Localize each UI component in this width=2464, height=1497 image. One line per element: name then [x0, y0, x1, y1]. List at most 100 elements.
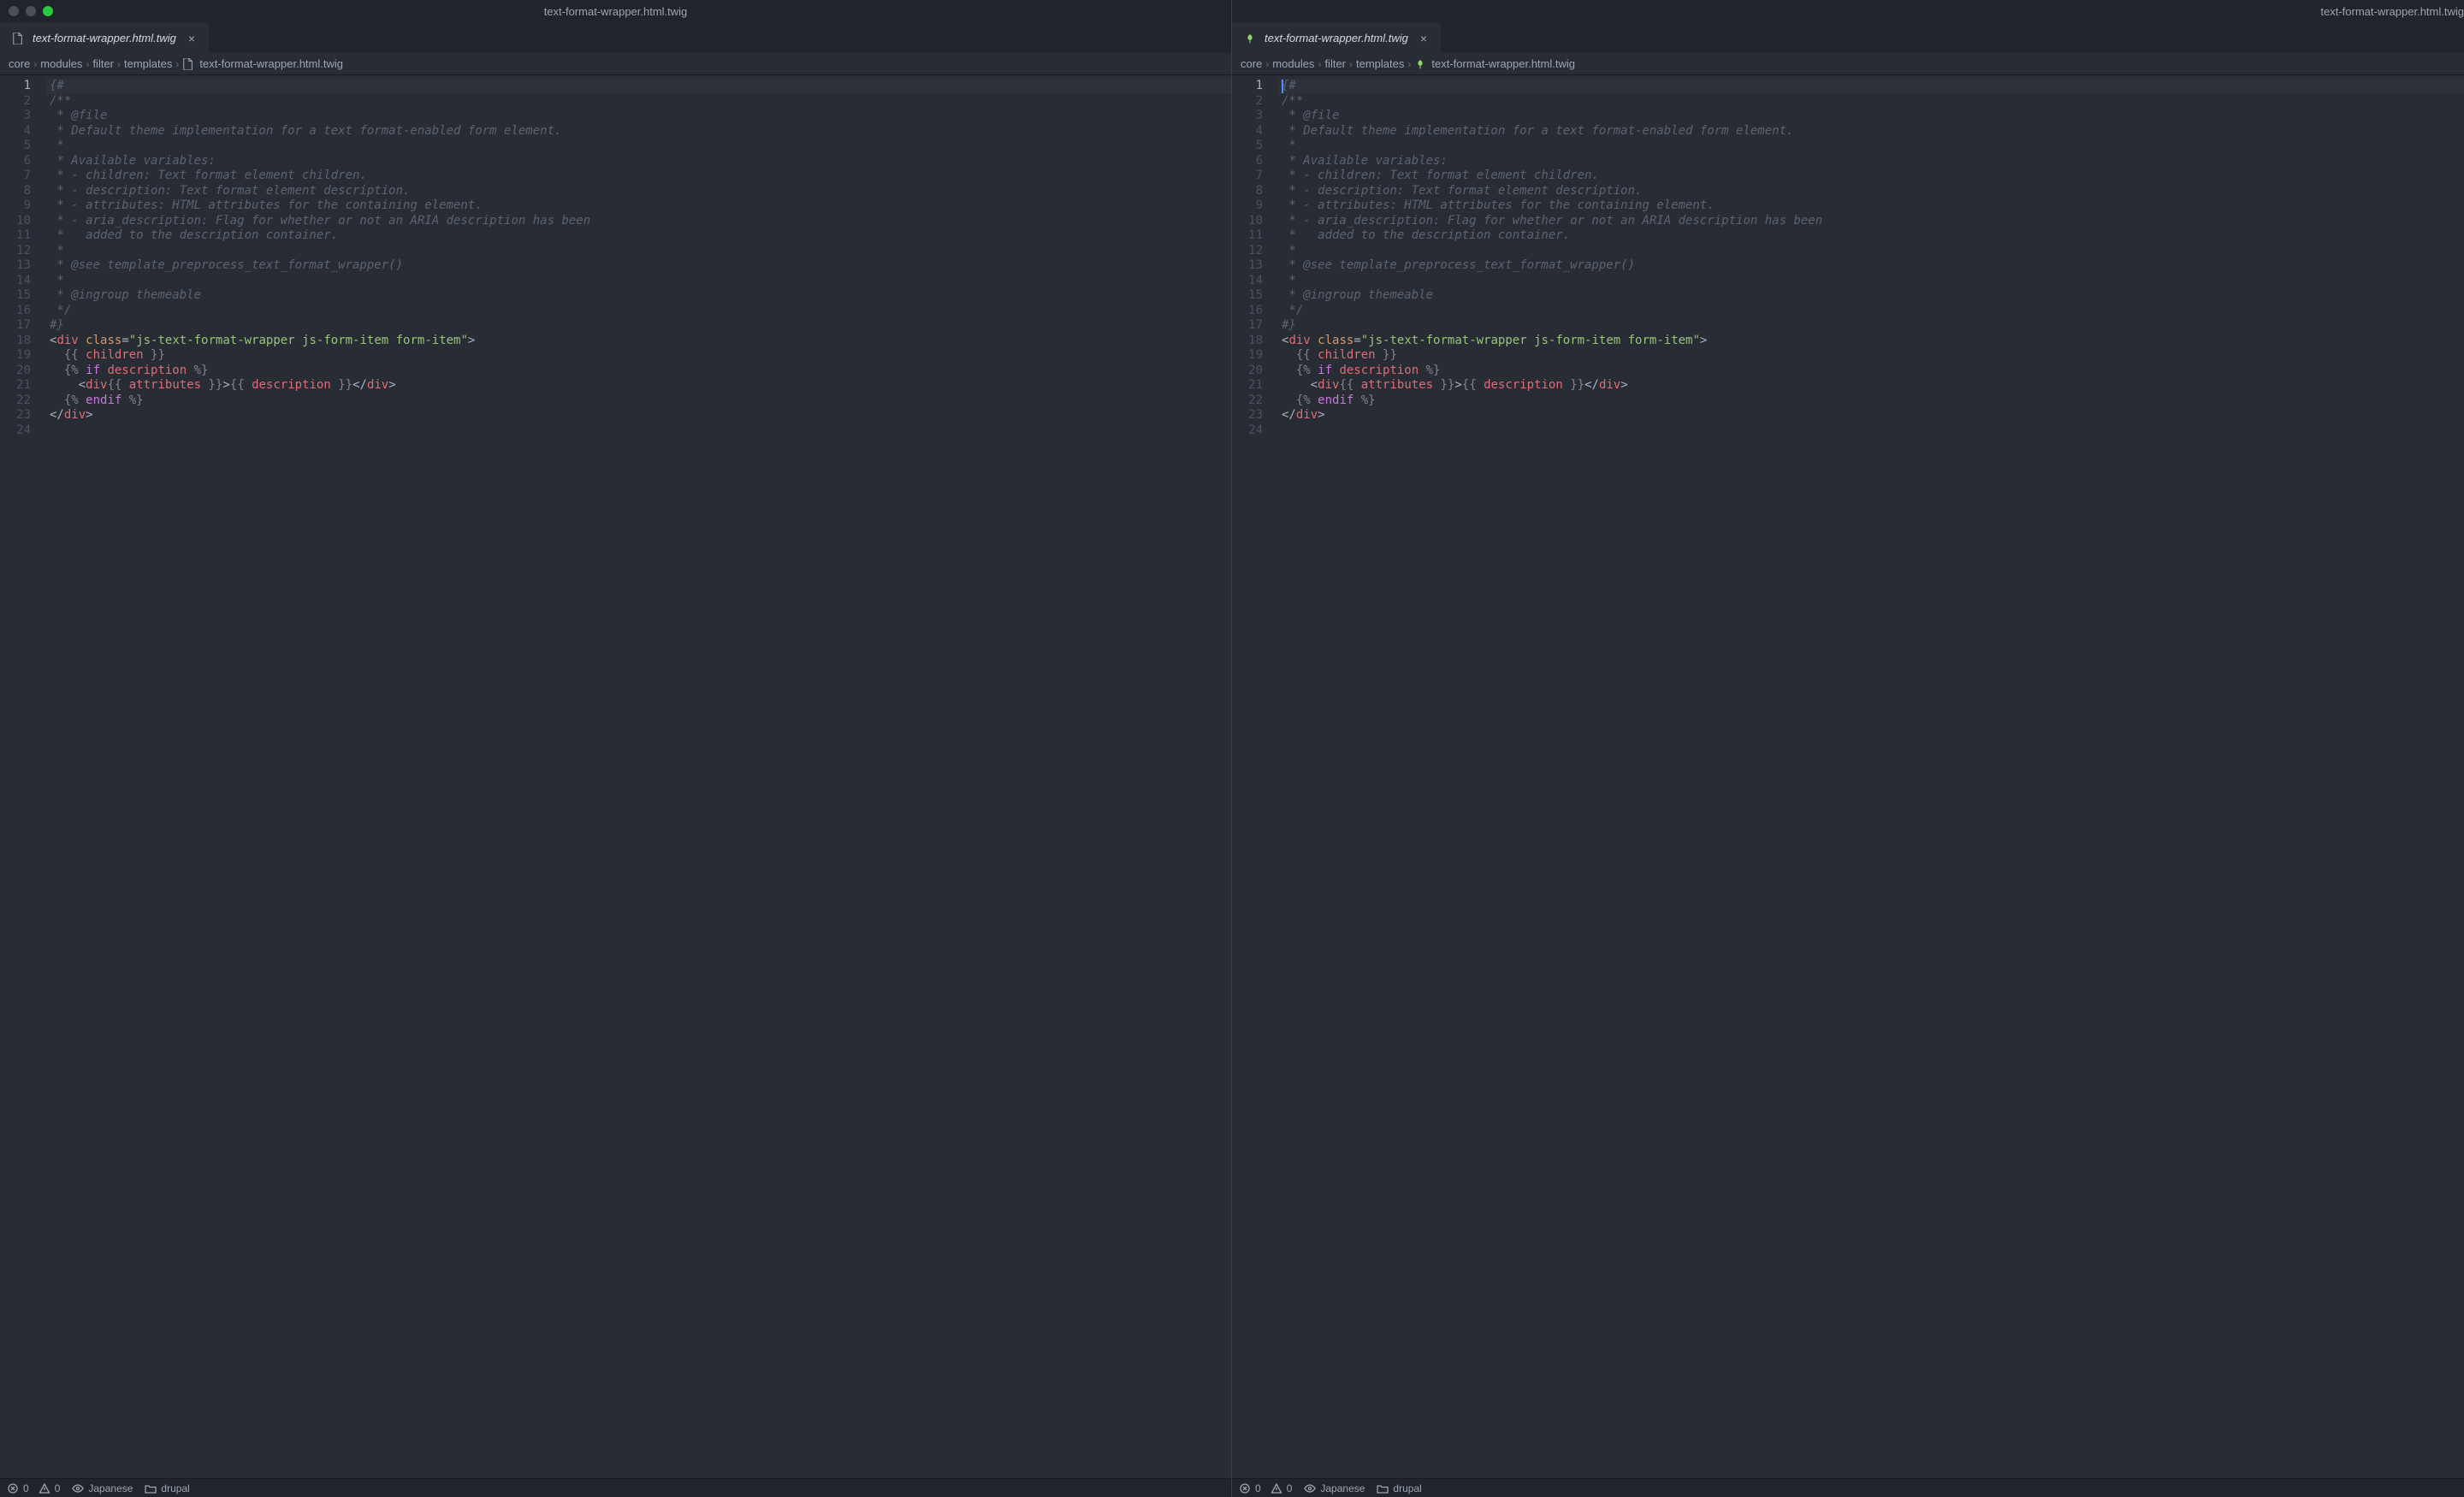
code-line[interactable]: * @file [46, 109, 1231, 124]
code-line[interactable]: #} [46, 318, 1231, 334]
folder-icon [1377, 1482, 1389, 1494]
code-line[interactable]: <div{{ attributes }}>{{ description }}</… [1278, 378, 2464, 393]
code-line[interactable]: * - aria_description: Flag for whether o… [46, 214, 1231, 229]
status-folder[interactable]: drupal [145, 1482, 189, 1494]
editor[interactable]: 123456789101112131415161718192021222324 … [0, 75, 1231, 1497]
close-icon[interactable]: × [188, 32, 195, 45]
breadcrumb[interactable]: core › modules › filter › templates › te… [0, 53, 1231, 75]
code-line[interactable] [1278, 423, 2464, 439]
breadcrumb-item[interactable]: filter [92, 57, 114, 70]
line-number: 5 [0, 139, 46, 154]
code-line[interactable]: * Default theme implementation for a tex… [46, 124, 1231, 139]
breadcrumb-item[interactable]: text-format-wrapper.html.twig [182, 57, 343, 70]
status-spellcheck[interactable]: Japanese [1304, 1482, 1365, 1494]
code-line[interactable]: * @see template_preprocess_text_format_w… [1278, 258, 2464, 274]
line-number: 4 [0, 124, 46, 139]
code-line[interactable]: * [46, 244, 1231, 259]
code-line[interactable]: * @file [1278, 109, 2464, 124]
code-line[interactable]: * - description: Text format element des… [1278, 184, 2464, 199]
line-number: 23 [0, 408, 46, 423]
code-line[interactable]: * [1278, 244, 2464, 259]
breadcrumb-item[interactable]: modules [1272, 57, 1314, 70]
tab-label: text-format-wrapper.html.twig [33, 32, 176, 44]
code-line[interactable]: */ [46, 304, 1231, 319]
code-line[interactable]: {# [1278, 79, 2464, 94]
status-warnings-count: 0 [55, 1482, 61, 1494]
chevron-right-icon: › [1407, 58, 1411, 70]
code-line[interactable]: * Available variables: [46, 154, 1231, 169]
code-line[interactable]: * - children: Text format element childr… [1278, 169, 2464, 184]
code-line[interactable]: <div{{ attributes }}>{{ description }}</… [46, 378, 1231, 393]
breadcrumb-item[interactable]: templates [124, 57, 172, 70]
code-line[interactable]: */ [1278, 304, 2464, 319]
editor[interactable]: 123456789101112131415161718192021222324 … [1232, 75, 2464, 1497]
breadcrumb-item[interactable]: templates [1356, 57, 1404, 70]
tab-file[interactable]: text-format-wrapper.html.twig × [1232, 22, 1441, 53]
line-number: 19 [0, 348, 46, 364]
code-line[interactable]: {% if description %} [46, 364, 1231, 379]
code-line[interactable]: /** [46, 94, 1231, 109]
code-line[interactable]: <div class="js-text-format-wrapper js-fo… [46, 334, 1231, 349]
maximize-window-icon[interactable] [43, 6, 53, 16]
code-line[interactable]: {{ children }} [1278, 348, 2464, 364]
code-line[interactable]: * - attributes: HTML attributes for the … [46, 198, 1231, 214]
breadcrumb-item[interactable]: filter [1324, 57, 1346, 70]
code-line[interactable]: {% endif %} [46, 393, 1231, 409]
code-line[interactable]: * added to the description container. [1278, 228, 2464, 244]
code-line[interactable]: {% if description %} [1278, 364, 2464, 379]
status-bar: 0 0 Japanese drupal [0, 1478, 1231, 1497]
line-number: 23 [1232, 408, 1278, 423]
breadcrumb-item[interactable]: core [9, 57, 30, 70]
twig-icon [1414, 58, 1426, 70]
line-number: 17 [0, 318, 46, 334]
window-title: text-format-wrapper.html.twig [544, 5, 688, 18]
code-line[interactable]: #} [1278, 318, 2464, 334]
code-line[interactable]: * - attributes: HTML attributes for the … [1278, 198, 2464, 214]
code-line[interactable]: * Available variables: [1278, 154, 2464, 169]
code-line[interactable]: * Default theme implementation for a tex… [1278, 124, 2464, 139]
code-line[interactable]: * - description: Text format element des… [46, 184, 1231, 199]
line-number: 21 [1232, 378, 1278, 393]
code-line[interactable]: </div> [1278, 408, 2464, 423]
tab-row: text-format-wrapper.html.twig × [1232, 22, 2464, 53]
tab-label: text-format-wrapper.html.twig [1265, 32, 1408, 44]
title-bar: text-format-wrapper.html.twig [0, 0, 1231, 22]
code-line[interactable]: * - aria_description: Flag for whether o… [1278, 214, 2464, 229]
status-folder[interactable]: drupal [1377, 1482, 1421, 1494]
code-line[interactable] [46, 423, 1231, 439]
editor-pane-right: text-format-wrapper.html.twig text-forma… [1232, 0, 2464, 1497]
code-line[interactable]: * @ingroup themeable [46, 288, 1231, 304]
breadcrumb-item[interactable]: text-format-wrapper.html.twig [1414, 57, 1575, 70]
minimize-window-icon[interactable] [26, 6, 36, 16]
code-line[interactable]: * - children: Text format element childr… [46, 169, 1231, 184]
breadcrumb-item[interactable]: core [1241, 57, 1262, 70]
code-line[interactable]: * [46, 274, 1231, 289]
window-controls[interactable] [9, 6, 53, 16]
code-line[interactable]: * added to the description container. [46, 228, 1231, 244]
code-line[interactable]: <div class="js-text-format-wrapper js-fo… [1278, 334, 2464, 349]
code-line[interactable]: /** [1278, 94, 2464, 109]
breadcrumb-item[interactable]: modules [40, 57, 82, 70]
line-number: 24 [0, 423, 46, 439]
close-window-icon[interactable] [9, 6, 19, 16]
breadcrumb-file-label: text-format-wrapper.html.twig [199, 57, 343, 70]
status-errors[interactable]: 0 0 [7, 1482, 60, 1494]
status-spellcheck[interactable]: Japanese [72, 1482, 133, 1494]
code-line[interactable]: {% endif %} [1278, 393, 2464, 409]
code-area[interactable]: {#/** * @file * Default theme implementa… [46, 75, 1231, 1497]
code-line[interactable]: {# [46, 79, 1231, 94]
breadcrumb[interactable]: core › modules › filter › templates › te… [1232, 53, 2464, 75]
code-line[interactable]: * @see template_preprocess_text_format_w… [46, 258, 1231, 274]
code-line[interactable]: * [1278, 274, 2464, 289]
code-line[interactable]: * [1278, 139, 2464, 154]
line-number: 11 [0, 228, 46, 244]
chevron-right-icon: › [1349, 58, 1353, 70]
code-line[interactable]: * @ingroup themeable [1278, 288, 2464, 304]
code-area[interactable]: {#/** * @file * Default theme implementa… [1278, 75, 2464, 1497]
code-line[interactable]: * [46, 139, 1231, 154]
code-line[interactable]: </div> [46, 408, 1231, 423]
code-line[interactable]: {{ children }} [46, 348, 1231, 364]
tab-file[interactable]: text-format-wrapper.html.twig × [0, 22, 209, 53]
status-errors[interactable]: 0 0 [1239, 1482, 1292, 1494]
close-icon[interactable]: × [1420, 32, 1427, 45]
